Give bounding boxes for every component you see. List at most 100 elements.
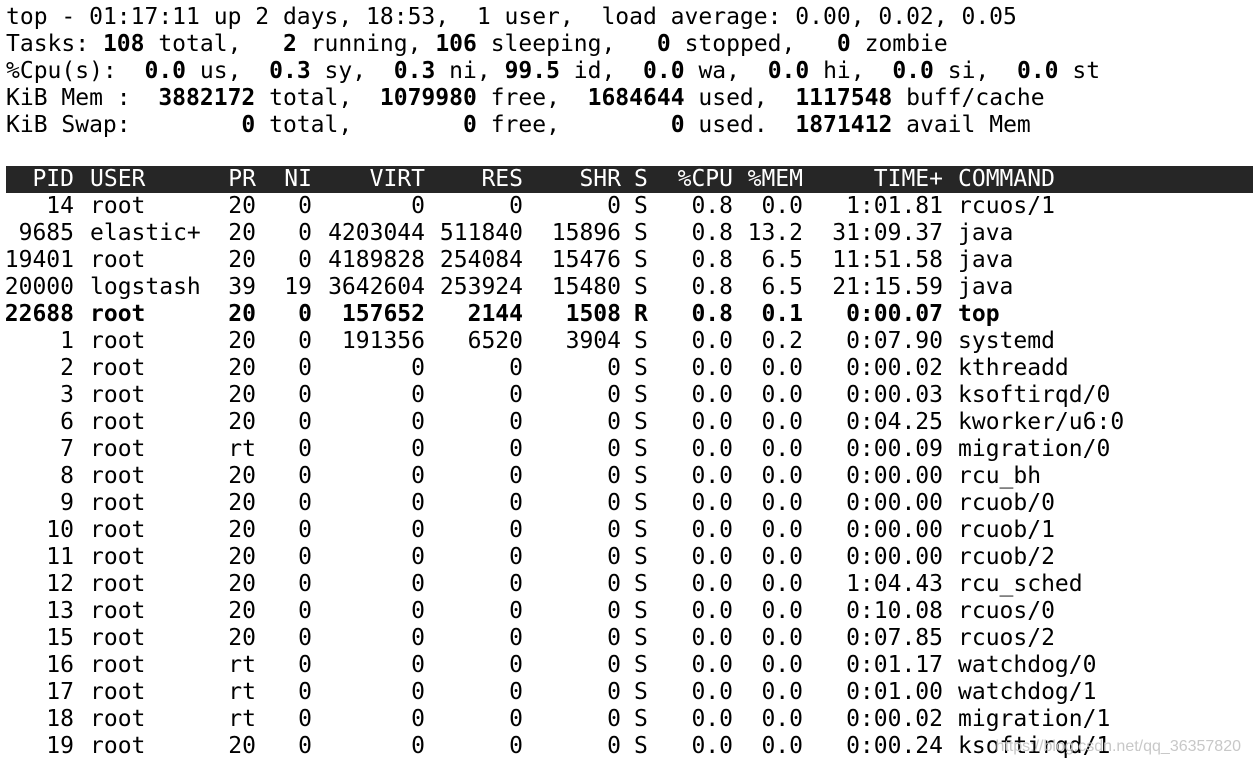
uptime-line: top - 01:17:11 up 2 days, 18:53, 1 user,… xyxy=(6,4,1017,31)
col-pr: 20 xyxy=(228,463,256,489)
col-res: 0 xyxy=(509,490,523,516)
col-user: elastic+ xyxy=(90,220,201,246)
col-virt: 3642604 xyxy=(328,274,425,300)
col-mem: 0.0 xyxy=(761,193,803,219)
table-row: 17 root rt 0 0 0 0 S 0.0 0.0 0:01.00 watchdog/1 xyxy=(0,679,1253,706)
mem-used: 1684644 xyxy=(587,85,685,111)
col-shr: 15896 xyxy=(551,220,621,246)
col-pr: rt xyxy=(228,652,256,678)
col-cpu: 0.8 xyxy=(691,193,733,219)
col-user: root xyxy=(90,301,146,327)
col-ni: 0 xyxy=(298,625,312,651)
table-row: 15 root 20 0 0 0 0 S 0.0 0.0 0:07.85 rcuos/2 xyxy=(0,625,1253,652)
col-shr: 0 xyxy=(607,706,621,732)
col-pid: 11 xyxy=(46,544,74,570)
table-row: 3 root 20 0 0 0 0 S 0.0 0.0 0:00.03 ksoftirqd/0 xyxy=(0,382,1253,409)
col-virt: 0 xyxy=(411,490,425,516)
col-res: 0 xyxy=(509,652,523,678)
col-res: 0 xyxy=(509,733,523,759)
col-command: ksoftirqd/0 xyxy=(958,382,1111,408)
col-virt: 0 xyxy=(411,544,425,570)
table-row: 7 root rt 0 0 0 0 S 0.0 0.0 0:00.09 migration/0 xyxy=(0,436,1253,463)
col-mem: 0.0 xyxy=(761,598,803,624)
table-row: 11 root 20 0 0 0 0 S 0.0 0.0 0:00.00 rcuob/2 xyxy=(0,544,1253,571)
col-user: root xyxy=(90,733,146,759)
col-ni: 0 xyxy=(298,409,312,435)
col-time: 0:00.03 xyxy=(846,382,943,408)
col-shr: 0 xyxy=(607,436,621,462)
col-pr: 20 xyxy=(228,328,256,354)
col-pr: rt xyxy=(228,679,256,705)
col-time: 0:01.00 xyxy=(846,679,943,705)
col-pid: 7 xyxy=(60,436,74,462)
col-mem: 0.0 xyxy=(761,463,803,489)
table-row: 10 root 20 0 0 0 0 S 0.0 0.0 0:00.00 rcuob/1 xyxy=(0,517,1253,544)
cpu-si: 0.0 xyxy=(892,58,934,84)
col-time: 0:00.00 xyxy=(846,544,943,570)
table-row: 22688 root 20 0 157652 2144 1508 R 0.8 0.1 0:00.07… xyxy=(0,301,1253,328)
col-s: S xyxy=(634,679,648,705)
tasks-running-label: running, xyxy=(296,31,436,57)
swap-avail: 1871412 xyxy=(795,112,893,138)
col-s: S xyxy=(634,517,648,543)
table-row: 19401 root 20 0 4189828 254084 15476 S 0.8 6.5 11:… xyxy=(0,247,1253,274)
col-s: S xyxy=(634,463,648,489)
col-cpu: 0.8 xyxy=(691,274,733,300)
table-row: 9685 elastic+ 20 0 4203044 511840 15896 S 0.8 13.… xyxy=(0,220,1253,247)
col-shr: 0 xyxy=(607,625,621,651)
col-cpu: 0.0 xyxy=(691,328,733,354)
uptime-rest: up 2 days, 18:53, 1 user, load average: … xyxy=(199,4,1017,30)
col-command: watchdog/0 xyxy=(958,652,1097,678)
col-res: 0 xyxy=(509,436,523,462)
col-res: 0 xyxy=(509,625,523,651)
swap-total-label: total, xyxy=(255,112,463,138)
mem-line: KiB Mem : 3882172 total, 1079980 free, 1… xyxy=(6,85,1045,112)
col-command: top xyxy=(958,301,1000,327)
col-shr: 0 xyxy=(607,463,621,489)
col-ni: 0 xyxy=(298,220,312,246)
col-ni: 0 xyxy=(298,652,312,678)
col-ni: 0 xyxy=(298,463,312,489)
col-user: USER xyxy=(90,166,146,192)
col-cpu: 0.8 xyxy=(691,220,733,246)
col-pid: 17 xyxy=(46,679,74,705)
col-cpu: 0.0 xyxy=(691,517,733,543)
col-ni: 0 xyxy=(298,679,312,705)
col-shr: 15480 xyxy=(551,274,621,300)
swap-line: KiB Swap: 0 total, 0 free, 0 used. 18714… xyxy=(6,112,1031,139)
col-res: 0 xyxy=(509,463,523,489)
col-cpu: 0.0 xyxy=(691,382,733,408)
col-s: S xyxy=(634,220,648,246)
col-cpu: 0.0 xyxy=(691,679,733,705)
cpu-line: %Cpu(s): 0.0 us, 0.3 sy, 0.3 ni, 99.5 id… xyxy=(6,58,1100,85)
col-user: root xyxy=(90,193,146,219)
col-virt: 0 xyxy=(411,517,425,543)
cpu-st-label: st xyxy=(1058,58,1101,84)
col-shr: 0 xyxy=(607,652,621,678)
col-virt: VIRT xyxy=(369,166,425,192)
col-command: migration/0 xyxy=(958,436,1111,462)
col-s: S xyxy=(634,355,648,381)
col-virt: 0 xyxy=(411,679,425,705)
cpu-st: 0.0 xyxy=(1016,58,1059,84)
col-res: 0 xyxy=(509,679,523,705)
col-mem: 0.2 xyxy=(761,328,803,354)
tasks-running: 2 xyxy=(282,31,297,57)
cpu-hi: 0.0 xyxy=(767,58,810,84)
col-command: rcuos/2 xyxy=(958,625,1055,651)
col-pr: 20 xyxy=(228,193,256,219)
col-virt: 0 xyxy=(411,733,425,759)
col-pr: 20 xyxy=(228,409,256,435)
table-row: 13 root 20 0 0 0 0 S 0.0 0.0 0:10.08 rcuos/0 xyxy=(0,598,1253,625)
col-shr: 0 xyxy=(607,382,621,408)
col-virt: 0 xyxy=(411,625,425,651)
col-command: systemd xyxy=(958,328,1055,354)
col-time: 0:00.09 xyxy=(846,436,943,462)
col-s: S xyxy=(634,274,648,300)
col-user: root xyxy=(90,490,146,516)
col-ni: 0 xyxy=(298,193,312,219)
col-shr: 0 xyxy=(607,679,621,705)
col-res: 0 xyxy=(509,382,523,408)
cpu-label: %Cpu(s): xyxy=(6,58,145,84)
col-mem: 0.0 xyxy=(761,517,803,543)
